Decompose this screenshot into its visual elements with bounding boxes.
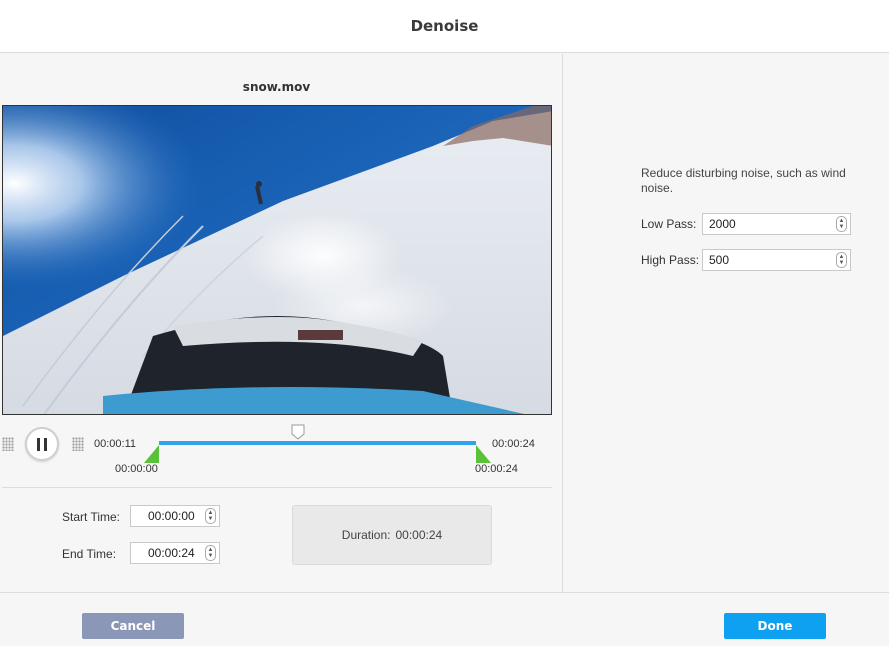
section-divider [2, 487, 552, 488]
low-pass-value: 2000 [709, 217, 736, 231]
denoise-description: Reduce disturbing noise, such as wind no… [641, 166, 846, 195]
spinner-arrows-icon[interactable]: ▲ ▼ [205, 545, 216, 561]
playhead-handle[interactable] [291, 424, 305, 440]
trim-timeline-track[interactable] [159, 441, 476, 445]
left-grip-icon[interactable] [2, 437, 14, 451]
spinner-arrows-icon[interactable]: ▲ ▼ [836, 216, 847, 232]
pause-icon [37, 437, 40, 451]
preview-pane: snow.mov 00:00:11 00:00:24 00:00:00 00:0… [0, 54, 562, 592]
settings-pane: Reduce disturbing noise, such as wind no… [563, 54, 889, 592]
trim-start-handle[interactable] [144, 445, 159, 463]
current-time: 00:00:11 [94, 438, 137, 450]
trim-end-time-label: 00:00:24 [475, 463, 518, 475]
low-pass-label: Low Pass: [641, 217, 697, 231]
pause-icon-bar [44, 437, 47, 451]
spinner-arrows-icon[interactable]: ▲ ▼ [836, 252, 847, 268]
duration-box: Duration: 00:00:24 [292, 505, 492, 565]
end-time-label: End Time: [62, 547, 117, 561]
end-time-field[interactable]: 00:00:24 ▲ ▼ [130, 542, 220, 564]
dialog-footer: Cancel Done [0, 592, 889, 646]
video-frame-image [3, 106, 551, 414]
done-button[interactable]: Done [724, 613, 826, 639]
total-time: 00:00:24 [492, 438, 535, 450]
spinner-arrows-icon[interactable]: ▲ ▼ [205, 508, 216, 524]
video-preview[interactable] [2, 105, 552, 415]
start-time-field[interactable]: 00:00:00 ▲ ▼ [130, 505, 220, 527]
pause-button[interactable] [25, 427, 59, 461]
high-pass-value: 500 [709, 253, 730, 267]
end-time-value: 00:00:24 [148, 546, 195, 560]
duration-value: 00:00:24 [395, 528, 443, 542]
high-pass-field[interactable]: 500 ▲ ▼ [702, 249, 851, 271]
trim-end-handle[interactable] [476, 445, 491, 463]
dialog-titlebar: Denoise [0, 0, 889, 53]
trim-start-time-label: 00:00:00 [115, 463, 158, 475]
cancel-button[interactable]: Cancel [82, 613, 184, 639]
file-name: snow.mov [242, 80, 311, 94]
start-time-value: 00:00:00 [148, 509, 195, 523]
right-grip-icon[interactable] [72, 437, 84, 451]
start-time-label: Start Time: [62, 510, 121, 524]
dialog-title: Denoise [410, 17, 479, 35]
low-pass-field[interactable]: 2000 ▲ ▼ [702, 213, 851, 235]
duration-label: Duration: [341, 528, 391, 542]
high-pass-label: High Pass: [641, 253, 700, 267]
